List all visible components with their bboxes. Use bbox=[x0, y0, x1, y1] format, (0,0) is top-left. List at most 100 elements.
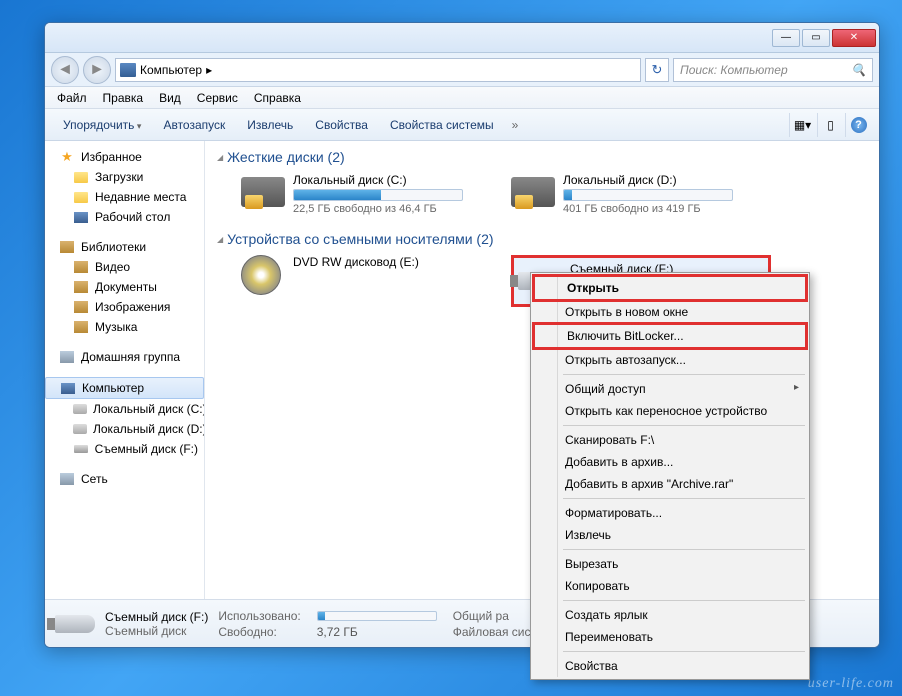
ctx-item-2[interactable]: Включить BitLocker... bbox=[532, 322, 808, 350]
video-icon bbox=[74, 261, 88, 273]
search-input[interactable]: Поиск: Компьютер 🔍 bbox=[673, 58, 873, 82]
menu-help[interactable]: Справка bbox=[246, 89, 309, 107]
minimize-button[interactable]: — bbox=[772, 29, 800, 47]
sidebar-item-video[interactable]: Видео bbox=[45, 257, 204, 277]
music-icon bbox=[74, 321, 88, 333]
ctx-item-10[interactable]: Добавить в архив "Archive.rar" bbox=[533, 473, 807, 495]
breadcrumb-root: Компьютер bbox=[140, 63, 202, 77]
help-button[interactable]: ? bbox=[845, 113, 871, 137]
ctx-item-19[interactable]: Переименовать bbox=[533, 626, 807, 648]
sidebar-item-desktop[interactable]: Рабочий стол bbox=[45, 207, 204, 227]
toolbar-overflow[interactable]: » bbox=[506, 114, 525, 136]
hdd-icon bbox=[241, 177, 285, 207]
ctx-item-15[interactable]: Вырезать bbox=[533, 553, 807, 575]
ctx-item-8[interactable]: Сканировать F:\ bbox=[533, 429, 807, 451]
toolbar-eject[interactable]: Извлечь bbox=[237, 114, 303, 136]
status-subtitle: Съемный диск bbox=[105, 624, 208, 638]
sidebar-item-pictures[interactable]: Изображения bbox=[45, 297, 204, 317]
folder-icon bbox=[74, 172, 88, 183]
toolbar-sysprops[interactable]: Свойства системы bbox=[380, 114, 504, 136]
help-icon: ? bbox=[851, 117, 867, 133]
documents-icon bbox=[74, 281, 88, 293]
maximize-button[interactable]: ▭ bbox=[802, 29, 830, 47]
toolbar: Упорядочить Автозапуск Извлечь Свойства … bbox=[45, 109, 879, 141]
category-hdd[interactable]: Жесткие диски (2) bbox=[217, 149, 867, 165]
usb-icon bbox=[74, 445, 88, 453]
sidebar-item-recent[interactable]: Недавние места bbox=[45, 187, 204, 207]
ctx-item-18[interactable]: Создать ярлык bbox=[533, 604, 807, 626]
sidebar-item-downloads[interactable]: Загрузки bbox=[45, 167, 204, 187]
forward-button[interactable]: ► bbox=[83, 56, 111, 84]
desktop-icon bbox=[74, 212, 88, 223]
sidebar-homegroup[interactable]: Домашняя группа bbox=[45, 347, 204, 367]
sidebar-item-music[interactable]: Музыка bbox=[45, 317, 204, 337]
search-icon: 🔍 bbox=[851, 63, 866, 77]
ctx-item-16[interactable]: Копировать bbox=[533, 575, 807, 597]
category-removable[interactable]: Устройства со съемными носителями (2) bbox=[217, 231, 867, 247]
breadcrumb-sep: ▸ bbox=[206, 63, 212, 77]
sidebar-favorites[interactable]: ★Избранное bbox=[45, 147, 204, 167]
context-menu: ОткрытьОткрыть в новом окнеВключить BitL… bbox=[530, 272, 810, 680]
drive-d[interactable]: Локальный диск (D:) 401 ГБ свободно из 4… bbox=[511, 173, 751, 215]
rar-icon bbox=[539, 476, 555, 492]
toolbar-properties[interactable]: Свойства bbox=[305, 114, 378, 136]
ctx-separator bbox=[563, 549, 805, 550]
drive-c[interactable]: Локальный диск (C:) 22,5 ГБ свободно из … bbox=[241, 173, 481, 215]
sidebar: ★Избранное Загрузки Недавние места Рабоч… bbox=[45, 141, 205, 599]
refresh-button[interactable]: ↻ bbox=[645, 58, 669, 82]
ctx-separator bbox=[563, 374, 805, 375]
sidebar-network[interactable]: Сеть bbox=[45, 469, 204, 489]
ctx-item-1[interactable]: Открыть в новом окне bbox=[533, 301, 807, 323]
menu-edit[interactable]: Правка bbox=[95, 89, 152, 107]
ctx-item-6[interactable]: Открыть как переносное устройство bbox=[533, 400, 807, 422]
ctx-item-13[interactable]: Извлечь bbox=[533, 524, 807, 546]
menu-tools[interactable]: Сервис bbox=[189, 89, 246, 107]
ctx-item-5[interactable]: Общий доступ bbox=[533, 378, 807, 400]
hdd-icon bbox=[511, 177, 555, 207]
toolbar-autoplay[interactable]: Автозапуск bbox=[153, 114, 235, 136]
network-icon bbox=[60, 473, 74, 485]
search-placeholder: Поиск: Компьютер bbox=[680, 63, 788, 77]
watermark: user-life.com bbox=[808, 676, 894, 692]
sidebar-item-disk-c[interactable]: Локальный диск (C:) bbox=[45, 399, 204, 419]
pictures-icon bbox=[74, 301, 88, 313]
computer-icon bbox=[120, 63, 136, 77]
breadcrumb[interactable]: Компьютер ▸ bbox=[115, 58, 641, 82]
menubar: Файл Правка Вид Сервис Справка bbox=[45, 87, 879, 109]
close-button[interactable]: ✕ bbox=[832, 29, 876, 47]
ctx-item-9[interactable]: Добавить в архив... bbox=[533, 451, 807, 473]
usb-drive-icon bbox=[55, 615, 95, 633]
nav-row: ◄ ► Компьютер ▸ ↻ Поиск: Компьютер 🔍 bbox=[45, 53, 879, 87]
sidebar-computer[interactable]: Компьютер bbox=[45, 377, 204, 399]
status-title: Съемный диск (F:) bbox=[105, 610, 208, 624]
capacity-bar bbox=[293, 189, 463, 201]
computer-icon bbox=[61, 383, 75, 394]
dvd-icon bbox=[241, 255, 281, 295]
sidebar-libraries[interactable]: Библиотеки bbox=[45, 237, 204, 257]
back-button[interactable]: ◄ bbox=[51, 56, 79, 84]
menu-file[interactable]: Файл bbox=[49, 89, 95, 107]
sidebar-item-disk-d[interactable]: Локальный диск (D:) bbox=[45, 419, 204, 439]
disk-icon bbox=[73, 424, 87, 434]
rar-icon bbox=[539, 454, 555, 470]
ctx-item-3[interactable]: Открыть автозапуск... bbox=[533, 349, 807, 371]
star-icon: ★ bbox=[59, 149, 75, 165]
sidebar-item-disk-f[interactable]: Съемный диск (F:) bbox=[45, 439, 204, 459]
ctx-item-12[interactable]: Форматировать... bbox=[533, 502, 807, 524]
ctx-separator bbox=[563, 651, 805, 652]
ctx-item-21[interactable]: Свойства bbox=[533, 655, 807, 677]
ctx-separator bbox=[563, 498, 805, 499]
library-icon bbox=[60, 241, 74, 253]
titlebar: — ▭ ✕ bbox=[45, 23, 879, 53]
preview-pane-button[interactable]: ▯ bbox=[817, 113, 843, 137]
homegroup-icon bbox=[60, 351, 74, 363]
sidebar-item-documents[interactable]: Документы bbox=[45, 277, 204, 297]
drive-dvd[interactable]: DVD RW дисковод (E:) bbox=[241, 255, 481, 307]
ctx-item-0[interactable]: Открыть bbox=[532, 274, 808, 302]
ctx-separator bbox=[563, 425, 805, 426]
folder-icon bbox=[74, 192, 88, 203]
toolbar-organize[interactable]: Упорядочить bbox=[53, 114, 151, 136]
view-mode-button[interactable]: ▦▾ bbox=[789, 113, 815, 137]
menu-view[interactable]: Вид bbox=[151, 89, 189, 107]
rar-icon bbox=[539, 432, 555, 448]
